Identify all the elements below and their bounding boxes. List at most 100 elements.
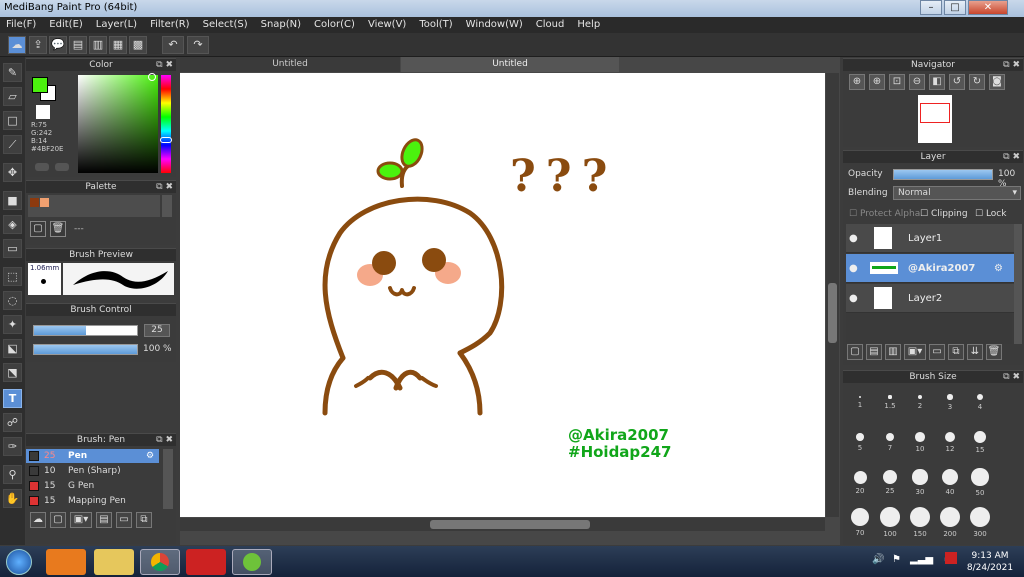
- dot-tool-icon[interactable]: □: [3, 111, 22, 130]
- rotate-right-icon[interactable]: ↻: [969, 74, 985, 90]
- brush-size-option[interactable]: 12: [936, 426, 964, 464]
- medibang-taskbar-icon[interactable]: [232, 549, 272, 575]
- brush-size-option[interactable]: 50: [966, 466, 994, 504]
- clock[interactable]: 9:13 AM 8/24/2021: [966, 550, 1014, 574]
- eraser-tool-icon[interactable]: ▱: [3, 87, 22, 106]
- panel-close-icon[interactable]: ⧉ ✖: [1003, 59, 1020, 71]
- eye-icon[interactable]: ●: [849, 254, 858, 283]
- operation-tool-icon[interactable]: ☍: [3, 413, 22, 432]
- palette-swatch[interactable]: [30, 198, 39, 207]
- new-palette-icon[interactable]: ▢: [30, 221, 46, 237]
- brush-item-mapping-pen[interactable]: 15 Mapping Pen: [26, 494, 159, 508]
- media-player-taskbar-icon[interactable]: [46, 549, 86, 575]
- text-tool-icon[interactable]: T: [3, 389, 22, 408]
- zoom-out-icon[interactable]: ⊖: [909, 74, 925, 90]
- panel-close-icon[interactable]: ⧉ ✖: [1003, 151, 1020, 163]
- brush-tool-icon[interactable]: ✎: [3, 63, 22, 82]
- brush-size-option[interactable]: 1.5: [876, 386, 904, 424]
- brush-size-option[interactable]: 4: [966, 386, 994, 424]
- menu-cloud[interactable]: Cloud: [536, 17, 565, 33]
- brush-size-option[interactable]: 1: [846, 386, 874, 424]
- palette-scrollbar[interactable]: [162, 195, 172, 217]
- panel-close-icon[interactable]: ⧉ ✖: [156, 59, 173, 71]
- delete-layer-icon[interactable]: 🗑: [986, 344, 1002, 360]
- flip-icon[interactable]: ◧: [929, 74, 945, 90]
- brush-size-value[interactable]: 25: [144, 324, 170, 337]
- bucket-icon[interactable]: ◈: [3, 215, 22, 234]
- palette-swatch[interactable]: [40, 198, 49, 207]
- layer-row-layer1[interactable]: ● Layer1: [846, 224, 1014, 253]
- layer-opacity-slider[interactable]: [893, 169, 993, 180]
- eye-icon[interactable]: ●: [849, 224, 858, 253]
- move-tool-icon[interactable]: ✥: [3, 163, 22, 182]
- brush-size-slider[interactable]: [33, 325, 138, 336]
- brush-list-scrollbar[interactable]: [163, 449, 173, 509]
- brush-size-option[interactable]: 300: [966, 506, 994, 544]
- rotate-left-icon[interactable]: ↺: [949, 74, 965, 90]
- menu-window[interactable]: Window(W): [466, 17, 523, 33]
- brush-size-option[interactable]: 5: [846, 426, 874, 464]
- lasso-icon[interactable]: ◌: [3, 291, 22, 310]
- menu-edit[interactable]: Edit(E): [49, 17, 83, 33]
- comment-icon[interactable]: 💬: [49, 36, 67, 54]
- main-color-swatch-front[interactable]: [32, 77, 48, 93]
- brush-item-g-pen[interactable]: 15 G Pen: [26, 479, 159, 493]
- gear-icon[interactable]: ⚙: [994, 254, 1003, 283]
- layer-folder-icon[interactable]: ▭: [929, 344, 945, 360]
- brush-item-pen-sharp[interactable]: 10 Pen (Sharp): [26, 464, 159, 478]
- select-rect-icon[interactable]: ⬚: [3, 267, 22, 286]
- brush-size-option[interactable]: 2: [906, 386, 934, 424]
- lock-checkbox[interactable]: ☐ Lock: [975, 209, 1006, 219]
- upload-icon[interactable]: ⇪: [29, 36, 47, 54]
- gear-icon[interactable]: ⚙: [146, 449, 154, 463]
- tray-app-icon[interactable]: [945, 552, 957, 564]
- new-layer-icon[interactable]: ▢: [847, 344, 863, 360]
- trash-icon[interactable]: 🗑: [50, 221, 66, 237]
- volume-icon[interactable]: 🔊: [872, 554, 884, 565]
- message-icon[interactable]: ▤: [69, 36, 87, 54]
- clipping-checkbox[interactable]: ☐ Clipping: [920, 209, 968, 219]
- transparent-swatch[interactable]: [36, 105, 50, 119]
- navigator-viewport[interactable]: [920, 103, 950, 123]
- merge-down-icon[interactable]: ⇊: [967, 344, 983, 360]
- cloud-brush-icon[interactable]: ☁: [30, 512, 46, 528]
- brush-size-option[interactable]: 7: [876, 426, 904, 464]
- brush-size-option[interactable]: 150: [906, 506, 934, 544]
- brush-size-option[interactable]: 15: [966, 426, 994, 464]
- brush-size-option[interactable]: 70: [846, 506, 874, 544]
- network-icon[interactable]: ▂▃▅: [910, 554, 933, 565]
- fit-icon[interactable]: ⊡: [889, 74, 905, 90]
- add-layer-menu-icon[interactable]: ▣▾: [904, 344, 926, 360]
- menu-help[interactable]: Help: [577, 17, 600, 33]
- cloud-icon[interactable]: ☁: [8, 36, 26, 54]
- magic-wand-icon[interactable]: ✦: [3, 315, 22, 334]
- menu-view[interactable]: View(V): [368, 17, 406, 33]
- menu-color[interactable]: Color(C): [314, 17, 355, 33]
- folder-icon[interactable]: ▭: [116, 512, 132, 528]
- tab-untitled-2[interactable]: Untitled: [401, 57, 619, 72]
- menu-select[interactable]: Select(S): [203, 17, 248, 33]
- new-1bit-layer-icon[interactable]: ▥: [885, 344, 901, 360]
- panel-close-icon[interactable]: ⧉ ✖: [156, 434, 173, 446]
- fill-rect-icon[interactable]: ■: [3, 191, 22, 210]
- brush-size-option[interactable]: 10: [906, 426, 934, 464]
- file-explorer-taskbar-icon[interactable]: [94, 549, 134, 575]
- select-pen-icon[interactable]: ⬕: [3, 339, 22, 358]
- layer-row-akira[interactable]: ● @Akira2007 ⚙: [846, 254, 1014, 283]
- menu-tool[interactable]: Tool(T): [419, 17, 452, 33]
- blending-select[interactable]: Normal ▾: [893, 186, 1021, 200]
- canvas-vertical-scrollbar[interactable]: [826, 73, 839, 517]
- start-button[interactable]: [6, 549, 32, 575]
- protect-alpha-checkbox[interactable]: ☐ Protect Alpha: [849, 209, 920, 219]
- brush-size-option[interactable]: 200: [936, 506, 964, 544]
- reset-view-icon[interactable]: ◙: [989, 74, 1005, 90]
- brush-size-option[interactable]: 25: [876, 466, 904, 504]
- saturation-value-picker[interactable]: [78, 75, 158, 173]
- new-brush-icon[interactable]: ▢: [50, 512, 66, 528]
- brush-item-pen[interactable]: 25 Pen ⚙: [26, 449, 159, 463]
- pages-icon[interactable]: ▩: [129, 36, 147, 54]
- brush-size-option[interactable]: 100: [876, 506, 904, 544]
- panel-close-icon[interactable]: ⧉ ✖: [1003, 371, 1020, 383]
- close-button[interactable]: ✕: [968, 0, 1008, 15]
- sv-picker-handle[interactable]: [148, 73, 156, 81]
